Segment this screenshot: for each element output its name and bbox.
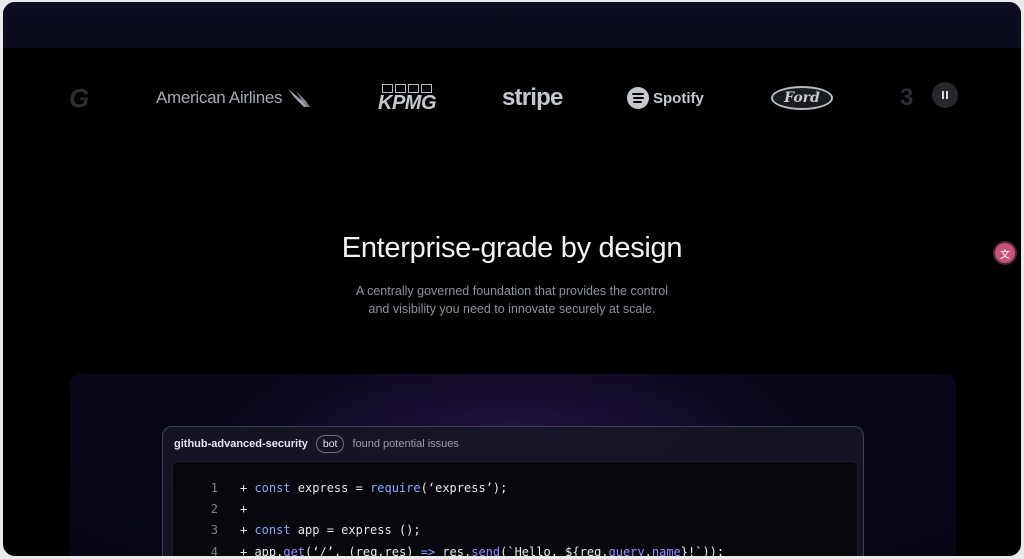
spotify-wordmark: Spotify xyxy=(653,89,704,107)
kpmg-logo: KPMG xyxy=(378,48,437,148)
ford-logo: Ford xyxy=(771,48,833,148)
card-author[interactable]: github-advanced-security xyxy=(174,438,308,450)
pause-icon xyxy=(942,91,944,99)
card-message: found potential issues xyxy=(352,438,459,450)
ford-oval: Ford xyxy=(771,86,833,110)
code-line: 2 + xyxy=(173,499,247,519)
bot-badge: bot xyxy=(315,435,345,453)
line-number: 1 xyxy=(210,481,218,495)
code-diff-block: 1 + const express = require (‘express’);… xyxy=(172,461,858,556)
section-title: Enterprise-grade by design xyxy=(341,232,683,264)
line-number: 2 xyxy=(210,502,218,516)
customer-logo-marquee: G American Airlines KPMG stripe Spotify … xyxy=(3,48,1021,148)
section-subtitle: A centrally governed foundation that pro… xyxy=(355,284,668,316)
spotify-logo: Spotify xyxy=(627,48,704,148)
browser-viewport: G American Airlines KPMG stripe Spotify … xyxy=(3,2,1021,556)
translate-extension-icon[interactable]: 文 xyxy=(995,243,1015,263)
code-line: 1 + const express = require (‘express’); xyxy=(173,478,508,498)
card-header: github-advanced-security bot found poten… xyxy=(174,435,459,453)
american-airlines-wordmark: American Airlines xyxy=(156,88,283,107)
partial-logo-left: G xyxy=(69,82,90,113)
stripe-logo: stripe xyxy=(502,84,563,111)
spotify-icon xyxy=(627,87,649,109)
code-line: 3 + const app = express (); xyxy=(173,520,421,540)
american-airlines-logo: American Airlines xyxy=(156,48,312,148)
partial-logo-right: 3 xyxy=(900,84,914,111)
marquee-pause-button[interactable] xyxy=(932,82,958,108)
line-number: 3 xyxy=(210,523,218,537)
line-number: 4 xyxy=(210,545,218,556)
kpmg-wordmark: KPMG xyxy=(378,92,437,114)
american-airlines-eagle-icon xyxy=(288,89,311,107)
code-line: 4 + app. get (‘/’, (req,res) => res. sen… xyxy=(173,542,724,556)
top-nav-bar xyxy=(3,2,1021,48)
code-review-card: github-advanced-security bot found poten… xyxy=(162,426,864,556)
